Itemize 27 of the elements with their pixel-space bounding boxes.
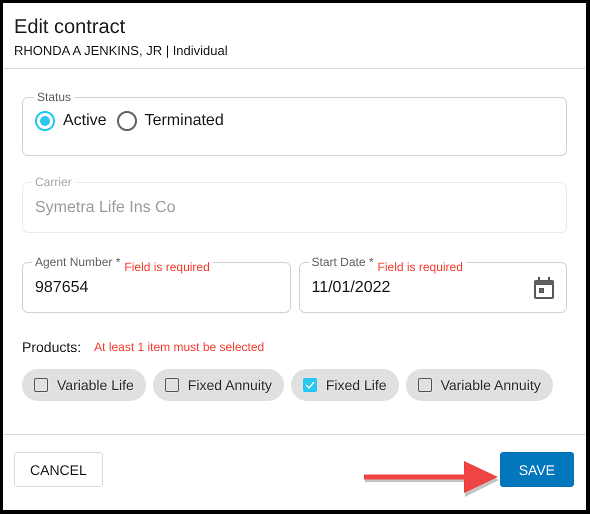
cancel-button[interactable]: CANCEL [14,452,103,487]
dialog-title: Edit contract [14,15,126,39]
save-button[interactable]: SAVE [500,452,574,487]
product-chip[interactable]: Fixed Life [290,369,399,401]
product-chip[interactable]: Fixed Annuity [152,369,284,401]
error-message: At least 1 item must be selected [94,340,264,354]
radio-option[interactable]: Terminated [116,111,224,131]
calendar-icon[interactable] [534,277,554,299]
field-label: Status [36,90,72,104]
radio-button[interactable] [35,111,55,131]
dialog-subtitle: RHONDA A JENKINS, JR | Individual [14,43,229,58]
date-field[interactable]: Start Date * Field is required 11/01/2022 [298,255,567,313]
error-message: Field is required [124,260,210,274]
products-label: Products: [22,339,82,355]
checkbox[interactable] [302,378,317,392]
field-label: Carrier [35,175,72,189]
product-chip[interactable]: Variable Life [22,369,146,401]
checkbox[interactable] [34,378,48,392]
input-field[interactable]: Agent Number * Field is required 987654 [22,255,290,313]
radio-button[interactable] [116,111,137,131]
error-message: Field is required [378,260,463,274]
checkbox[interactable] [164,378,179,392]
field-label: Agent Number * [35,255,120,269]
product-chip[interactable]: Variable Annuity [406,369,553,401]
radio-option[interactable]: Active [35,111,107,131]
checkbox[interactable] [418,378,432,392]
field-label: Start Date * [312,255,374,269]
